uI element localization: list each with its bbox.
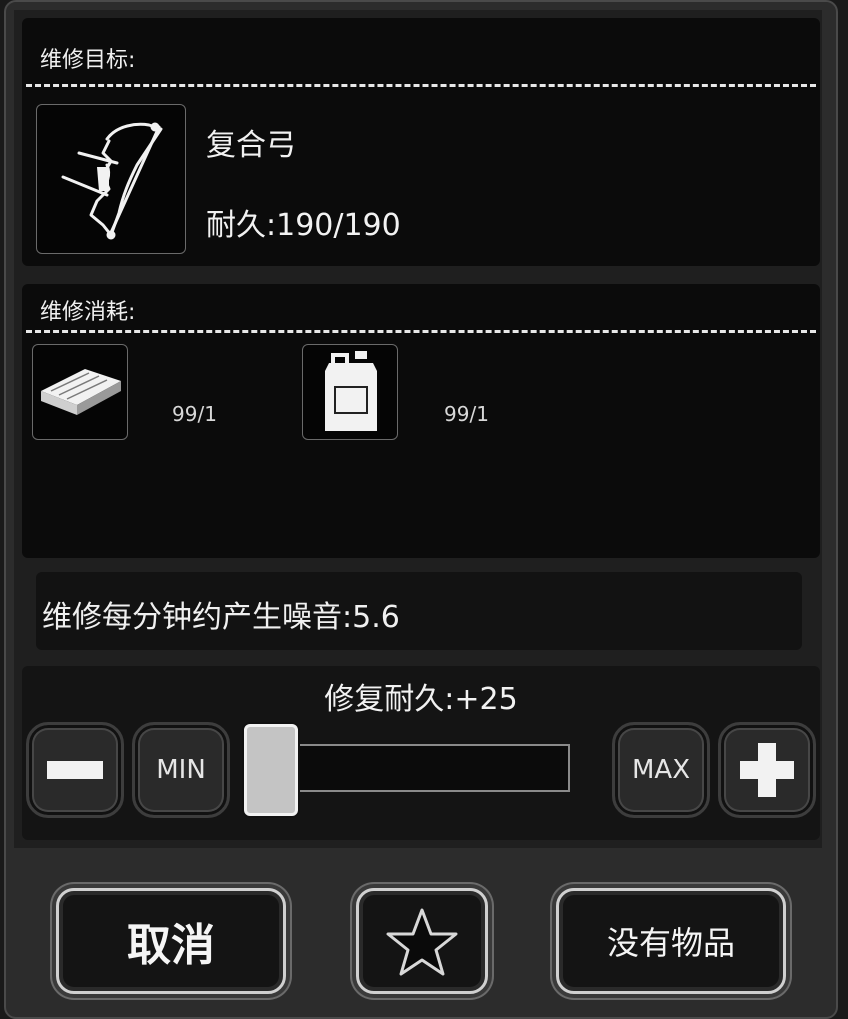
consumable-slot-2[interactable] [302, 344, 398, 440]
consumable-count-1: 99/1 [172, 402, 217, 426]
target-item-slot[interactable] [36, 104, 186, 254]
metal-plate-icon [41, 369, 121, 415]
max-button[interactable]: MAX [612, 722, 710, 818]
repair-target-panel: 维修目标: 复合弓 耐久:190/190 [22, 18, 820, 266]
cancel-button[interactable]: 取消 [56, 888, 286, 994]
repair-amount-label: 修复耐久:+25 [324, 682, 518, 717]
divider [26, 84, 816, 87]
minus-icon [47, 761, 103, 779]
repair-slider-handle[interactable] [244, 724, 298, 816]
repair-slider-track[interactable] [296, 744, 570, 792]
cancel-label: 取消 [127, 920, 215, 971]
consumable-slot-1[interactable] [32, 344, 128, 440]
favorite-button[interactable] [356, 888, 488, 994]
noise-info-bar: 维修每分钟约产生噪音:5.6 [36, 572, 802, 650]
repair-cost-title: 维修消耗: [40, 300, 136, 325]
repair-target-title: 维修目标: [40, 48, 136, 73]
target-durability: 耐久:190/190 [206, 208, 401, 243]
star-icon [386, 908, 458, 976]
target-item-name: 复合弓 [206, 128, 296, 163]
noise-text: 维修每分钟约产生噪音:5.6 [42, 600, 400, 635]
oil-jug-icon [325, 351, 377, 431]
min-button[interactable]: MIN [132, 722, 230, 818]
no-item-label: 没有物品 [606, 924, 735, 962]
divider [26, 330, 816, 333]
increase-button[interactable] [718, 722, 816, 818]
plus-icon [740, 743, 794, 797]
repair-cost-panel: 维修消耗: 99/1 99/1 [22, 284, 820, 558]
decrease-button[interactable] [26, 722, 124, 818]
compound-bow-icon [61, 122, 163, 240]
consumable-count-2: 99/1 [444, 402, 489, 426]
no-item-button[interactable]: 没有物品 [556, 888, 786, 994]
